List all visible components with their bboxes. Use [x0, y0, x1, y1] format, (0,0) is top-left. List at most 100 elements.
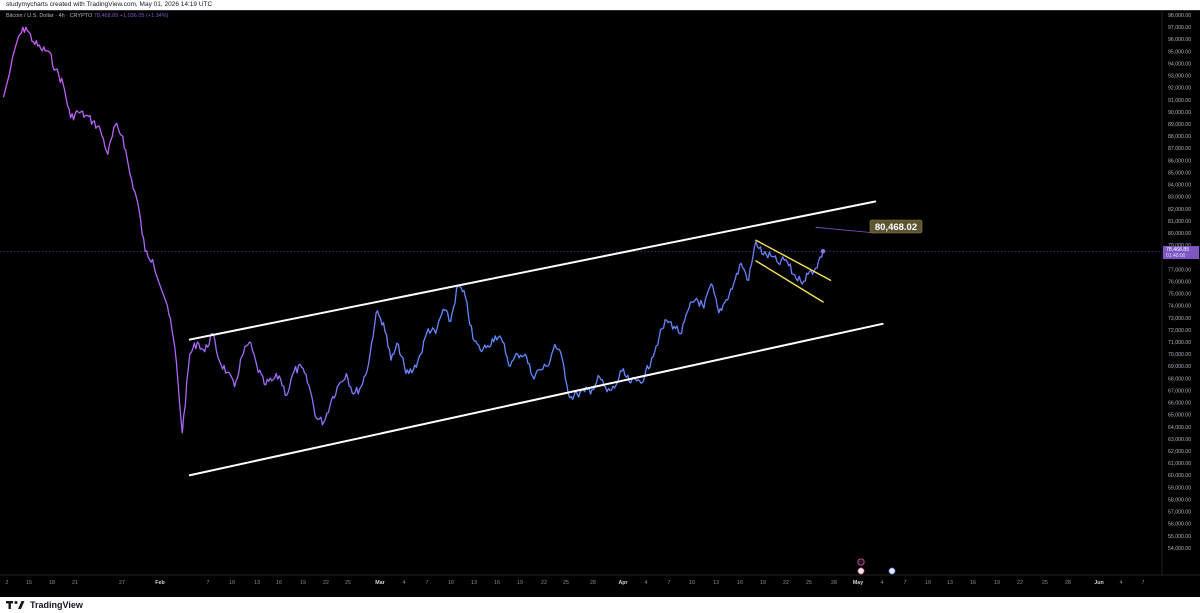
y-tick-label: 88,000.00: [1168, 134, 1191, 140]
y-tick-label: 98,000.00: [1168, 13, 1191, 19]
y-tick-label: 83,000.00: [1168, 195, 1191, 201]
y-tick-label: 92,000.00: [1168, 86, 1191, 92]
y-tick-label: 62,000.00: [1168, 449, 1191, 455]
x-tick-label: 10: [229, 580, 235, 586]
x-tick-label: 4: [403, 580, 406, 586]
x-tick-label: 7: [1142, 580, 1145, 586]
y-tick-label: 56,000.00: [1168, 522, 1191, 528]
x-tick-label: May: [853, 580, 863, 586]
x-tick-label: 25: [345, 580, 351, 586]
tradingview-logo-icon: [6, 601, 25, 609]
event-icon[interactable]: [857, 558, 865, 566]
x-tick-label: Jun: [1094, 580, 1103, 586]
y-tick-label: 72,000.00: [1168, 328, 1191, 334]
x-tick-label: 16: [494, 580, 500, 586]
x-tick-label: Feb: [155, 580, 165, 586]
y-tick-label: 87,000.00: [1168, 146, 1191, 152]
branding-footer: TradingView: [0, 597, 1200, 613]
brand-name: TradingView: [30, 600, 83, 610]
y-tick-label: 91,000.00: [1168, 98, 1191, 104]
y-tick-label: 82,000.00: [1168, 207, 1191, 213]
y-tick-label: 74,000.00: [1168, 304, 1191, 310]
y-tick-label: 54,000.00: [1168, 546, 1191, 552]
x-tick-label: 19: [760, 580, 766, 586]
flag-us-icon[interactable]: [857, 567, 865, 575]
price-series-line: [2, 26, 824, 434]
y-tick-label: 59,000.00: [1168, 485, 1191, 491]
x-tick-label: 10: [689, 580, 695, 586]
y-tick-label: 69,000.00: [1168, 364, 1191, 370]
x-tick-label: 19: [994, 580, 1000, 586]
x-tick-label: 7: [904, 580, 907, 586]
x-tick-label: 13: [713, 580, 719, 586]
x-tick-label: 25: [563, 580, 569, 586]
y-tick-label: 66,000.00: [1168, 401, 1191, 407]
x-tick-label: 13: [471, 580, 477, 586]
y-tick-label: 70,000.00: [1168, 352, 1191, 358]
x-tick-label: 10: [448, 580, 454, 586]
x-tick-label: 10: [925, 580, 931, 586]
x-tick-label: 4: [881, 580, 884, 586]
x-tick-label: 16: [737, 580, 743, 586]
channel-lower-trendline: [188, 322, 884, 477]
x-tick-label: 16: [970, 580, 976, 586]
x-tick-label: 13: [947, 580, 953, 586]
y-tick-label: 77,000.00: [1168, 267, 1191, 273]
x-tick-label: 25: [1042, 580, 1048, 586]
y-tick-label: 96,000.00: [1168, 37, 1191, 43]
x-tick-label: 4: [1120, 580, 1123, 586]
x-tick-label: 22: [783, 580, 789, 586]
x-tick-label: 2: [6, 580, 9, 586]
x-tick-label: 19: [300, 580, 306, 586]
y-tick-label: 85,000.00: [1168, 170, 1191, 176]
x-tick-label: 22: [1017, 580, 1023, 586]
x-tick-label: 7: [207, 580, 210, 586]
y-tick-label: 97,000.00: [1168, 25, 1191, 31]
x-tick-label: 19: [517, 580, 523, 586]
y-tick-label: 67,000.00: [1168, 388, 1191, 394]
y-tick-label: 81,000.00: [1168, 219, 1191, 225]
y-tick-label: 94,000.00: [1168, 61, 1191, 67]
x-tick-label: 22: [541, 580, 547, 586]
price-chart[interactable]: 80,468.02 98,000.00 97,000.00 96,000.00 95,0…: [0, 0, 1200, 597]
x-tick-label: Mar: [375, 580, 384, 586]
x-tick-label: 15: [26, 580, 32, 586]
x-tick-label: 13: [254, 580, 260, 586]
y-tick-label: 86,000.00: [1168, 158, 1191, 164]
y-tick-label: 57,000.00: [1168, 510, 1191, 516]
y-tick-label: 64,000.00: [1168, 425, 1191, 431]
y-tick-label: 75,000.00: [1168, 292, 1191, 298]
x-tick-label: 28: [590, 580, 596, 586]
y-tick-label: 68,000.00: [1168, 376, 1191, 382]
price-label-text: 80,468.02: [875, 222, 917, 233]
label-leader: [815, 226, 877, 234]
y-tick-label: 65,000.00: [1168, 413, 1191, 419]
flag-us-icon[interactable]: [888, 567, 896, 575]
y-tick-label: 71,000.00: [1168, 340, 1191, 346]
y-tick-label: 76,000.00: [1168, 279, 1191, 285]
y-tick-label: 80,000.00: [1168, 231, 1191, 237]
flag-lower-trendline: [755, 260, 824, 303]
y-tick-label: 93,000.00: [1168, 74, 1191, 80]
countdown-text: 01:40:00: [1166, 253, 1186, 259]
x-tick-label: Apr: [618, 580, 627, 586]
x-tick-label: 22: [323, 580, 329, 586]
x-tick-label: 28: [831, 580, 837, 586]
x-tick-label: 18: [49, 580, 55, 586]
last-price-dot: [820, 248, 826, 254]
y-tick-label: 95,000.00: [1168, 49, 1191, 55]
y-tick-label: 60,000.00: [1168, 473, 1191, 479]
x-tick-label: 4: [645, 580, 648, 586]
x-tick-label: 7: [668, 580, 671, 586]
x-tick-label: 7: [426, 580, 429, 586]
y-tick-label: 84,000.00: [1168, 183, 1191, 189]
y-tick-label: 89,000.00: [1168, 122, 1191, 128]
x-tick-label: 21: [72, 580, 78, 586]
x-tick-label: 25: [806, 580, 812, 586]
y-tick-label: 63,000.00: [1168, 437, 1191, 443]
x-tick-label: 27: [119, 580, 125, 586]
y-tick-label: 58,000.00: [1168, 497, 1191, 503]
y-tick-label: 55,000.00: [1168, 534, 1191, 540]
y-tick-label: 90,000.00: [1168, 110, 1191, 116]
x-tick-label: 16: [276, 580, 282, 586]
